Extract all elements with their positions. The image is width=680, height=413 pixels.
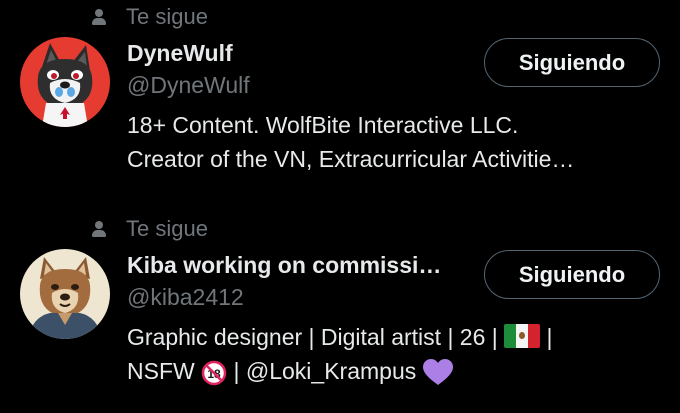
bio-line: 18+ Content. WolfBite Interactive LLC.	[127, 112, 519, 138]
following-button[interactable]: Siguiendo	[484, 250, 660, 299]
user-bio: Graphic designer | Digital artist | 26 |…	[127, 320, 553, 390]
display-name[interactable]: DyneWulf	[127, 40, 233, 67]
follows-you-label: Te sigue	[126, 216, 208, 241]
bio-text: |	[227, 358, 246, 384]
no-under-18-icon: 18	[201, 356, 227, 390]
bio-line: Creator of the VN, Extracurricular Activ…	[127, 146, 575, 172]
bio-text: NSFW	[127, 358, 202, 384]
follows-you-indicator: Te sigue	[92, 4, 208, 30]
user-handle[interactable]: @kiba2412	[127, 284, 244, 311]
mexico-flag-icon	[504, 324, 541, 348]
display-name[interactable]: Kiba working on commissi…	[127, 252, 441, 279]
person-icon	[92, 221, 106, 237]
follows-you-indicator: Te sigue	[92, 216, 208, 242]
user-bio: 18+ Content. WolfBite Interactive LLC. C…	[127, 108, 574, 176]
mention-link[interactable]: @Loki_Krampus	[246, 358, 416, 384]
bio-text: Graphic designer | Digital artist | 26 |	[127, 324, 505, 350]
avatar[interactable]	[20, 249, 110, 339]
bio-line: Graphic designer | Digital artist | 26 |…	[127, 324, 553, 350]
user-cell-kiba[interactable]: Te sigue Kiba working on commissi… @kiba…	[0, 212, 680, 413]
bio-line: NSFW 18 | @Loki_Krampus	[127, 358, 453, 386]
follows-you-label: Te sigue	[126, 4, 208, 29]
following-button[interactable]: Siguiendo	[484, 38, 660, 87]
purple-heart-icon	[422, 356, 453, 390]
person-icon	[92, 9, 106, 25]
avatar[interactable]	[20, 37, 110, 127]
bio-text: |	[540, 324, 553, 350]
user-cell-dynewulf[interactable]: Te sigue DyneWulf @DyneWulf Siguiendo 18…	[0, 0, 680, 206]
user-handle[interactable]: @DyneWulf	[127, 72, 250, 99]
